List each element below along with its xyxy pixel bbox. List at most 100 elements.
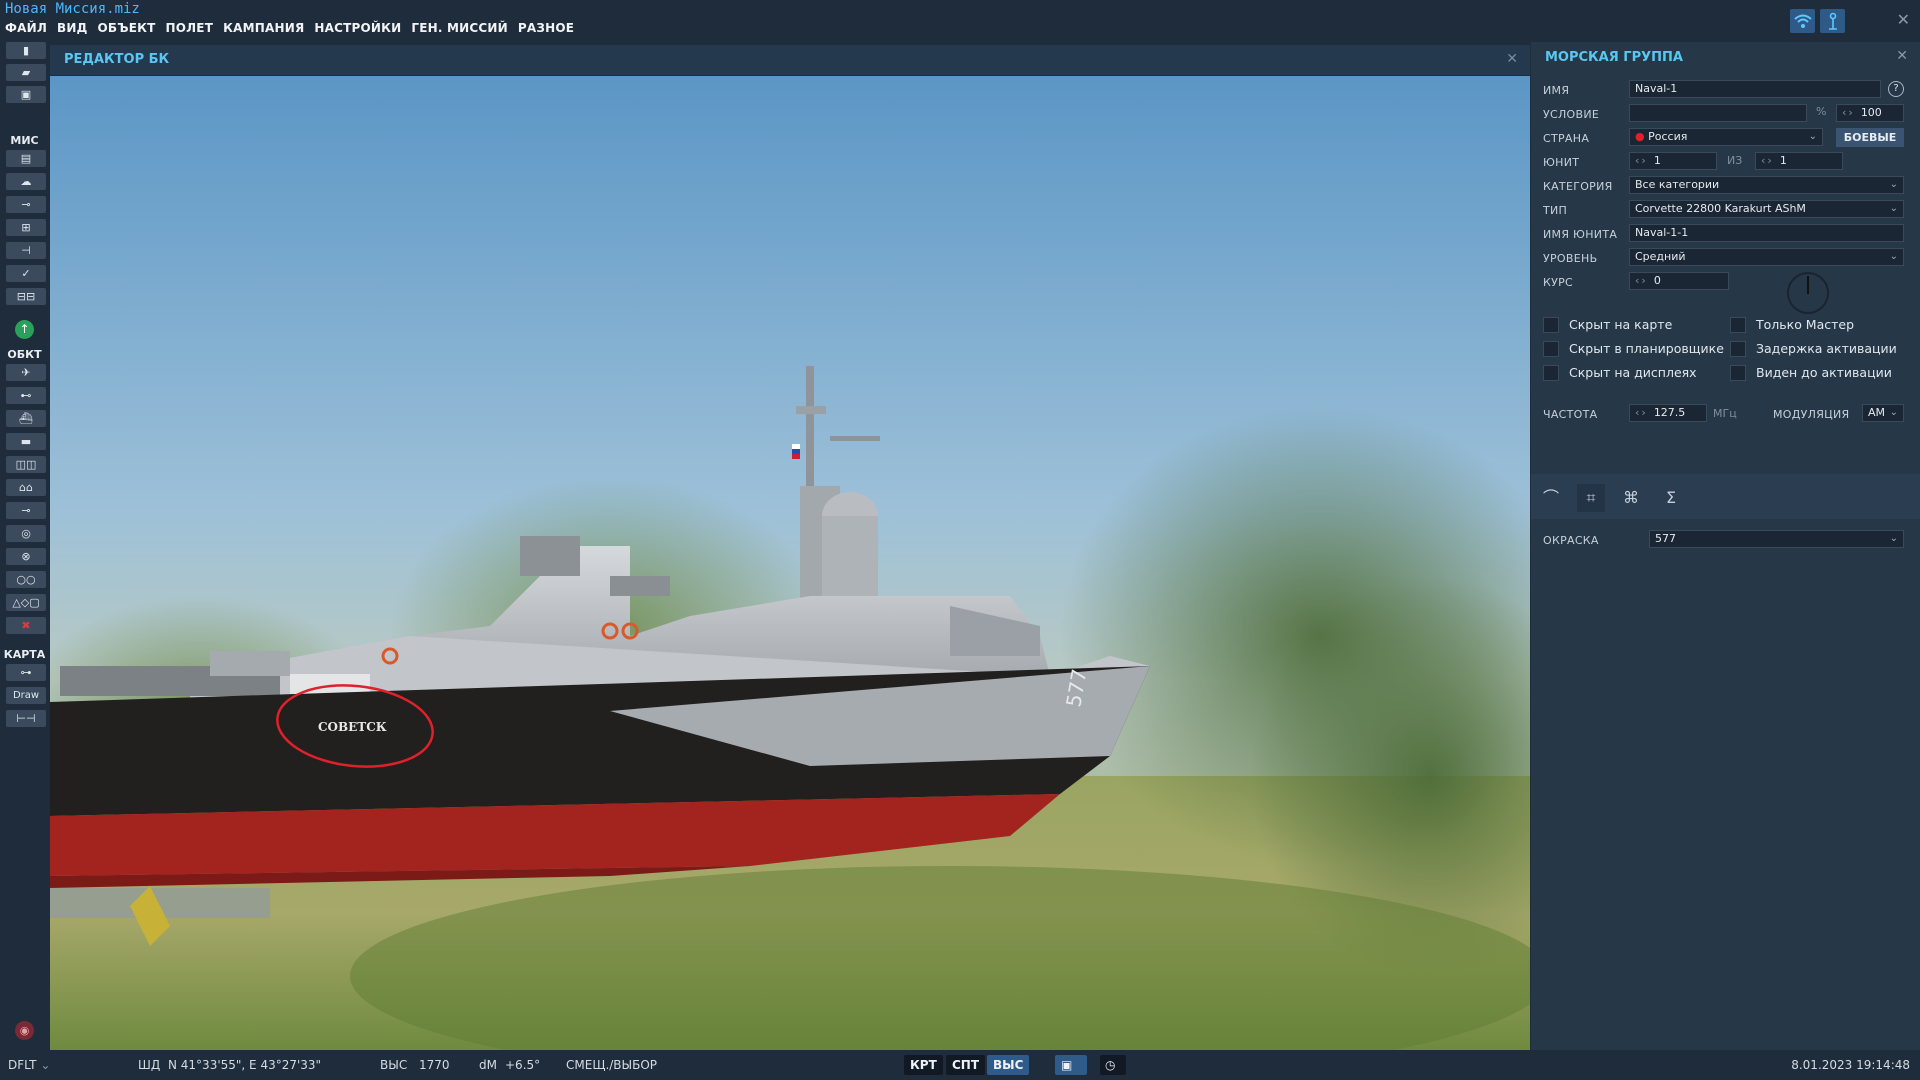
condition-percent-spinner[interactable]: ‹› 100 xyxy=(1836,104,1904,122)
ship-name-label: СОВЕТСК xyxy=(318,720,387,734)
unit-spinner[interactable]: ‹› 1 xyxy=(1629,152,1717,170)
wifi-icon[interactable] xyxy=(1790,9,1815,33)
menu-misc[interactable]: РАЗНОЕ xyxy=(518,21,574,35)
combat-button[interactable]: БОЕВЫЕ xyxy=(1836,128,1904,147)
menu-mission-gen[interactable]: ГЕН. МИССИЙ xyxy=(411,21,508,35)
hidden-in-planner-checkbox[interactable] xyxy=(1543,341,1559,357)
map-mode-button[interactable]: КРТ xyxy=(904,1055,943,1075)
record-icon[interactable]: ◉ xyxy=(15,1021,34,1040)
ship-3d-viewport[interactable]: 577 СОВЕТСК xyxy=(50,76,1530,1050)
altitude-label: ВЫС xyxy=(380,1058,408,1072)
clock-icon[interactable]: ◷ xyxy=(1100,1055,1126,1075)
target-icon[interactable]: ◎ xyxy=(6,525,46,542)
spinner-arrows-icon[interactable]: ‹› xyxy=(1635,406,1648,419)
dm-label: dM xyxy=(479,1058,497,1072)
template-icon[interactable]: ⌂⌂ xyxy=(6,479,46,496)
shapes-icon[interactable]: △◇▢ xyxy=(6,594,46,611)
actions-tab-icon[interactable]: ⌘ xyxy=(1617,484,1645,512)
course-spinner[interactable]: ‹› 0 xyxy=(1629,272,1729,290)
category-select[interactable]: Все категории ⌄ xyxy=(1629,176,1904,194)
hidden-on-displays-checkbox[interactable] xyxy=(1543,365,1559,381)
datetime: 8.01.2023 19:14:48 xyxy=(1791,1058,1910,1072)
vehicle-icon[interactable]: ▬ xyxy=(6,433,46,450)
clipboard-icon[interactable]: ▤ xyxy=(6,150,46,167)
coord-label: ШД xyxy=(138,1058,161,1072)
spinner-arrows-icon[interactable]: ‹› xyxy=(1842,106,1855,119)
check-icon[interactable]: ✓ xyxy=(6,265,46,282)
livery-select[interactable]: 577 ⌄ xyxy=(1649,530,1904,548)
hidden-on-map-checkbox[interactable] xyxy=(1543,317,1559,333)
help-icon[interactable]: ? xyxy=(1888,81,1904,97)
menu-file[interactable]: ФАЙЛ xyxy=(5,21,47,35)
spinner-arrows-icon[interactable]: ‹› xyxy=(1635,274,1648,287)
route-icon[interactable]: ⊸ xyxy=(6,196,46,213)
new-file-icon[interactable]: ▮ xyxy=(6,42,46,59)
spinner-arrows-icon[interactable]: ‹› xyxy=(1761,154,1774,167)
menu-object[interactable]: ОБЪЕКТ xyxy=(97,21,155,35)
hidden-on-map-label: Скрыт на карте xyxy=(1569,317,1673,332)
groups-icon[interactable]: ○○ xyxy=(6,571,46,588)
dm-value: +6.5° xyxy=(505,1058,541,1072)
modulation-select[interactable]: AM ⌄ xyxy=(1862,404,1904,422)
frequency-unit: МГц xyxy=(1713,407,1737,420)
aircraft-icon[interactable]: ✈ xyxy=(6,364,46,381)
route-tab-icon[interactable]: ⌒ xyxy=(1537,484,1565,512)
camera-icon[interactable]: ▣ xyxy=(1055,1055,1087,1075)
title-bar: Новая Миссия.miz ФАЙЛ ВИД ОБЪЕКТ ПОЛЕТ К… xyxy=(0,0,1920,44)
master-only-checkbox[interactable] xyxy=(1730,317,1746,333)
weather-cloud-icon[interactable]: ☁ xyxy=(6,173,46,190)
ruler-icon[interactable]: ⊢⊣ xyxy=(6,710,46,727)
save-icon[interactable]: ▣ xyxy=(6,86,46,103)
map-key-icon[interactable]: ⊶ xyxy=(6,664,46,681)
menu-view[interactable]: ВИД xyxy=(57,21,87,35)
fly-mission-icon[interactable]: ↑ xyxy=(15,320,34,339)
menu-campaign[interactable]: КАМПАНИЯ xyxy=(223,21,304,35)
delete-icon[interactable]: ✖ xyxy=(6,617,46,634)
course-dial[interactable] xyxy=(1787,272,1829,314)
trigger-zone-icon[interactable]: ⊞ xyxy=(6,219,46,236)
condition-input[interactable] xyxy=(1629,104,1807,122)
visible-before-activation-checkbox[interactable] xyxy=(1730,365,1746,381)
static-object-icon[interactable]: ◫◫ xyxy=(6,456,46,473)
country-label: СТРАНА xyxy=(1543,132,1590,145)
chevron-down-icon: ⌄ xyxy=(1889,203,1898,214)
chevron-down-icon: ⌄ xyxy=(1889,251,1898,262)
type-select[interactable]: Corvette 22800 Karakurt AShM ⌄ xyxy=(1629,200,1904,218)
hidden-in-planner-label: Скрыт в планировщике xyxy=(1569,341,1724,356)
frequency-spinner[interactable]: ‹› 127.5 xyxy=(1629,404,1707,422)
course-value: 0 xyxy=(1653,274,1661,287)
altitude-mode-button[interactable]: ВЫС xyxy=(987,1055,1030,1075)
window-close-icon[interactable]: ✕ xyxy=(1897,10,1910,29)
spinner-arrows-icon[interactable]: ‹› xyxy=(1635,154,1648,167)
hidden-on-displays-label: Скрыт на дисплеях xyxy=(1569,365,1697,380)
menu-flight[interactable]: ПОЛЕТ xyxy=(166,21,214,35)
livery-value: 577 xyxy=(1655,532,1676,545)
payload-tab-icon[interactable]: ⌗ xyxy=(1577,484,1605,512)
late-activation-checkbox[interactable] xyxy=(1730,341,1746,357)
level-select[interactable]: Средний ⌄ xyxy=(1629,248,1904,266)
editor-close-icon[interactable]: ✕ xyxy=(1506,51,1518,67)
summary-tab-icon[interactable]: Σ xyxy=(1657,484,1685,512)
country-select[interactable]: ● Россия ⌄ xyxy=(1629,128,1823,146)
open-folder-icon[interactable]: ▰ xyxy=(6,64,46,81)
satellite-mode-button[interactable]: СПТ xyxy=(946,1055,986,1075)
visible-before-activation-label: Виден до активации xyxy=(1756,365,1892,380)
unit-total-value: 1 xyxy=(1779,154,1787,167)
profile-select[interactable]: DFLT ⌄ xyxy=(8,1058,50,1072)
antenna-icon[interactable] xyxy=(1820,9,1845,33)
triggers-icon[interactable]: ⊣ xyxy=(6,242,46,259)
unit-name-label: ИМЯ ЮНИТА xyxy=(1543,228,1618,241)
ship-icon[interactable]: ⛴ xyxy=(6,410,46,427)
menu-settings[interactable]: НАСТРОЙКИ xyxy=(314,21,401,35)
panel-close-icon[interactable]: ✕ xyxy=(1896,48,1908,64)
helicopter-icon[interactable]: ⊷ xyxy=(6,387,46,404)
unit-total-spinner[interactable]: ‹› 1 xyxy=(1755,152,1843,170)
timeline-icon[interactable]: ⊟⊟ xyxy=(6,288,46,305)
waypoint-icon[interactable]: ⊸ xyxy=(6,502,46,519)
mode-label: СМЕЩ./ВЫБОР xyxy=(566,1058,658,1072)
modulation-value: AM xyxy=(1868,406,1886,419)
nav-point-icon[interactable]: ⊗ xyxy=(6,548,46,565)
draw-button[interactable]: Draw xyxy=(6,687,46,704)
group-name-input[interactable]: Naval-1 xyxy=(1629,80,1881,98)
unit-name-input[interactable]: Naval-1-1 xyxy=(1629,224,1904,242)
